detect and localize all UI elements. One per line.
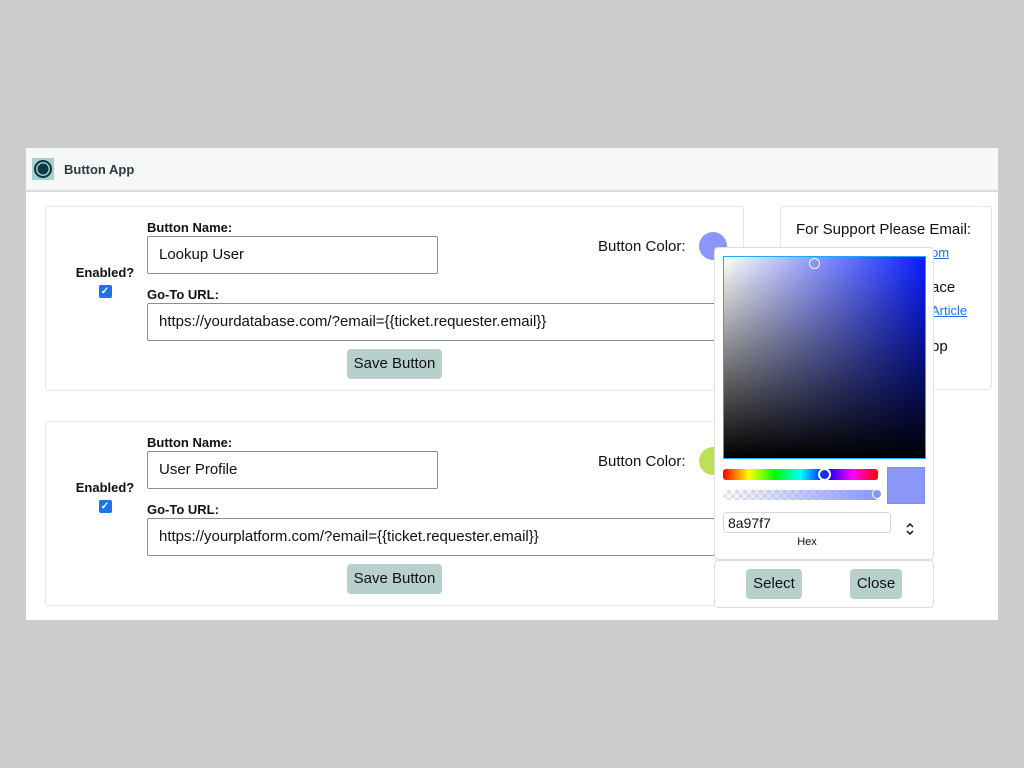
button-color-label: Button Color: bbox=[598, 453, 686, 470]
hue-handle[interactable] bbox=[818, 468, 831, 481]
picker-actions: Select Close bbox=[714, 560, 934, 608]
goto-url-input[interactable]: https://yourplatform.com/?email={{ticket… bbox=[147, 518, 747, 556]
alpha-handle[interactable] bbox=[872, 489, 882, 499]
app-title: Button App bbox=[64, 161, 135, 177]
button-config-card: Enabled? ✓ Button Name: Lookup User Go-T… bbox=[45, 206, 747, 391]
button-config-card: Enabled? ✓ Button Name: User Profile Go-… bbox=[45, 421, 747, 606]
support-text: ace bbox=[931, 279, 956, 296]
hue-slider[interactable] bbox=[723, 468, 878, 481]
alpha-slider[interactable] bbox=[723, 489, 882, 500]
button-name-label: Button Name: bbox=[147, 435, 233, 450]
enabled-label: Enabled? ✓ bbox=[75, 265, 135, 298]
saturation-handle[interactable] bbox=[809, 258, 820, 269]
save-button[interactable]: Save Button bbox=[347, 564, 442, 594]
button-name-label: Button Name: bbox=[147, 220, 233, 235]
format-toggle-icon[interactable] bbox=[905, 522, 915, 539]
color-preview bbox=[887, 467, 925, 504]
enabled-label: Enabled? ✓ bbox=[75, 480, 135, 513]
save-button[interactable]: Save Button bbox=[347, 349, 442, 379]
support-heading: For Support Please Email: bbox=[796, 221, 972, 238]
app-logo-icon bbox=[32, 158, 54, 180]
enabled-text: Enabled? bbox=[75, 480, 135, 495]
button-name-input[interactable]: User Profile bbox=[147, 451, 438, 489]
select-button[interactable]: Select bbox=[746, 569, 802, 599]
top-bar: Button App bbox=[26, 148, 998, 192]
button-color-label: Button Color: bbox=[598, 238, 686, 255]
support-article-link[interactable]: Article bbox=[931, 303, 967, 318]
hex-input[interactable]: 8a97f7 bbox=[723, 512, 891, 533]
goto-url-label: Go-To URL: bbox=[147, 502, 219, 517]
enabled-checkbox[interactable]: ✓ bbox=[98, 285, 112, 298]
enabled-checkbox[interactable]: ✓ bbox=[98, 500, 112, 513]
saturation-area[interactable] bbox=[723, 256, 926, 459]
color-picker-popover: 8a97f7 Hex bbox=[714, 247, 934, 560]
enabled-text: Enabled? bbox=[75, 265, 135, 280]
close-button[interactable]: Close bbox=[850, 569, 902, 599]
button-name-input[interactable]: Lookup User bbox=[147, 236, 438, 274]
hex-label: Hex bbox=[797, 536, 817, 548]
goto-url-label: Go-To URL: bbox=[147, 287, 219, 302]
goto-url-input[interactable]: https://yourdatabase.com/?email={{ticket… bbox=[147, 303, 747, 341]
